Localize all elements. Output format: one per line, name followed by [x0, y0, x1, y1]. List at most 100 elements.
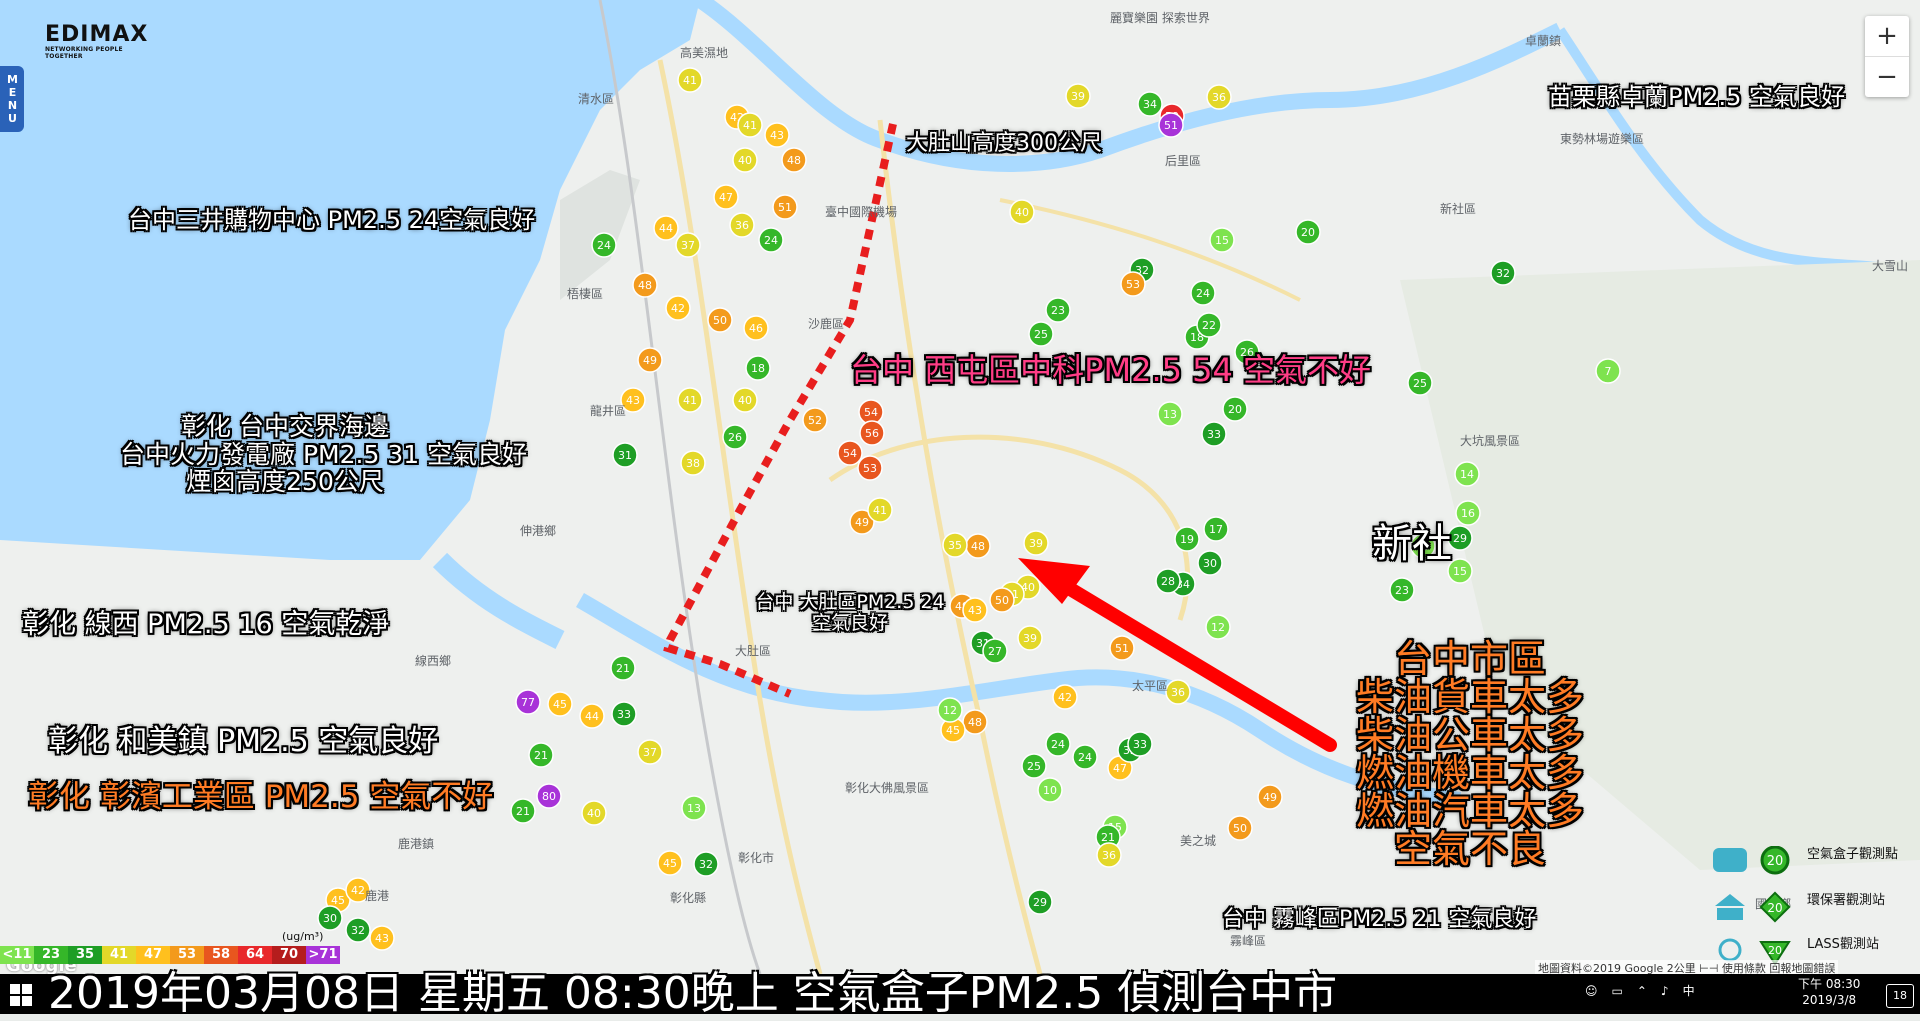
sensor-value: 24	[764, 234, 778, 247]
sensor-value: 20	[1228, 403, 1242, 416]
scale-swatch: <11	[0, 946, 34, 964]
legend-epa-value: 20	[1767, 901, 1782, 915]
volume-icon[interactable]: ♪	[1661, 984, 1669, 998]
ime-indicator[interactable]: 中	[1683, 982, 1695, 999]
network-icon[interactable]: ▭	[1612, 984, 1623, 998]
brand-tagline: NETWORKING PEOPLE TOGETHER	[45, 46, 123, 60]
lass-icon	[1718, 938, 1742, 962]
sensor-value: 10	[1043, 784, 1057, 797]
windows-start-icon[interactable]	[10, 984, 32, 1006]
sensor-value: 25	[1027, 760, 1041, 773]
system-tray: ☺ ▭ ⌃ ♪ 中	[1585, 982, 1695, 999]
sensor-value: 41	[743, 119, 757, 132]
annotation-dadu: 台中 大肚區PM2.5 24 空氣良好	[730, 592, 970, 634]
map-place-label: 鹿港鎮	[398, 836, 434, 851]
annotation-city-line1: 台中市區	[1393, 637, 1546, 681]
sensor-value: 54	[843, 447, 857, 460]
map-place-label: 伸港鄉	[520, 524, 556, 538]
zoom-in-button[interactable]: +	[1865, 16, 1909, 57]
sensor-value: 80	[542, 790, 556, 803]
legend-airbox-value: 20	[1767, 854, 1784, 869]
map-place-label: 梧棲區	[567, 286, 603, 301]
map-place-label: 美之城	[1180, 834, 1216, 848]
sensor-value: 12	[1211, 621, 1225, 634]
map-place-label: 鹿港	[365, 888, 389, 903]
river-wu	[432, 552, 565, 649]
sensor-value: 52	[808, 414, 822, 427]
clock-date: 2019/3/8	[1802, 993, 1857, 1007]
sensor-value: 21	[1101, 831, 1115, 844]
airbox-icon	[1713, 848, 1747, 872]
sensor-value: 14	[1460, 468, 1474, 481]
sensor-value: 40	[738, 154, 752, 167]
sensor-value: 46	[749, 322, 763, 335]
map-place-label: 大雪山	[1872, 259, 1908, 273]
legend-lass-value: 20	[1768, 944, 1782, 957]
side-menu-button[interactable]: MENU	[0, 66, 24, 132]
sensor-value: 48	[787, 154, 801, 167]
sensor-value: 21	[516, 805, 530, 818]
sensor-value: 32	[351, 924, 365, 937]
sensor-value: 23	[1395, 584, 1409, 597]
sensor-value: 35	[948, 539, 962, 552]
sensor-value: 12	[943, 704, 957, 717]
sensor-value: 77	[521, 696, 535, 709]
taskbar-clock[interactable]: 下午 08:30 2019/3/8	[1798, 976, 1860, 1008]
map-place-label: 臺中國際機場	[825, 204, 897, 219]
river-upstream	[1555, 27, 1911, 275]
sensor-value: 43	[770, 129, 784, 142]
sensor-value: 33	[1133, 738, 1147, 751]
sensor-value: 48	[971, 540, 985, 553]
sensor-value: 13	[1163, 408, 1177, 421]
highway-east	[999, 198, 1301, 302]
map-place-label: 太平區	[1132, 678, 1168, 693]
sensor-value: 24	[1078, 751, 1092, 764]
sensor-value: 40	[587, 807, 601, 820]
annotation-xianxi: 彰化 線西 PM2.5 16 空氣乾淨	[22, 609, 390, 640]
epa-icon	[1715, 894, 1745, 920]
annotation-city-line2: 柴油貨車太多	[1355, 675, 1584, 719]
sensor-value: 40	[738, 394, 752, 407]
sensor-value: 43	[968, 604, 982, 617]
map-place-label: 大坑風景區	[1460, 433, 1520, 448]
sensor-value: 39	[1071, 90, 1085, 103]
annotation-power-line2: 台中火力發電廠 PM2.5 31 空氣良好	[120, 439, 528, 469]
annotation-mitsui: 台中三井購物中心 PM2.5 24空氣良好	[128, 206, 536, 234]
sensor-value: 54	[864, 406, 878, 419]
legend-lass-label: LASS觀測站	[1807, 936, 1879, 952]
sensor-value: 42	[1058, 691, 1072, 704]
map-place-label: 新社區	[1440, 201, 1476, 216]
sensor-value: 47	[1113, 762, 1127, 775]
sensor-value: 36	[1102, 849, 1116, 862]
sensor-value: 50	[1233, 822, 1247, 835]
annotation-dadu-height: 大肚山高度300公尺	[906, 131, 1102, 156]
map-place-label: 后里區	[1165, 154, 1201, 168]
annotation-xinshe: 新社	[1372, 521, 1452, 567]
sensor-value: 7	[1605, 365, 1612, 378]
zoom-out-button[interactable]: −	[1865, 57, 1909, 97]
sensor-value: 45	[331, 894, 345, 907]
notification-center-icon[interactable]: 18	[1886, 984, 1914, 1008]
annotation-city-line4: 燃油機車太多	[1355, 751, 1584, 795]
map-canvas[interactable]: 41 42 40 41 43 48 47 51 36 24 44 37 24 48 42 50 46 49 43 41…	[0, 0, 1920, 974]
annotation-hemei: 彰化 和美鎮 PM2.5 空氣良好	[48, 724, 439, 759]
annotation-power-line3: 煙囪高度250公尺	[186, 467, 384, 496]
sensor-value: 15	[1215, 234, 1229, 247]
sensor-value: 29	[1033, 896, 1047, 909]
sensor-value: 36	[1171, 686, 1185, 699]
sensor-value: 48	[638, 279, 652, 292]
sensor-value: 49	[643, 354, 657, 367]
sensor-value: 43	[626, 394, 640, 407]
people-icon[interactable]: ☺	[1585, 984, 1598, 998]
sensor-value: 28	[1161, 575, 1175, 588]
map-place-label: 麗寶樂園 探索世界	[1110, 10, 1210, 25]
sensor-value: 15	[1453, 565, 1467, 578]
sensor-value: 42	[351, 884, 365, 897]
map-attribution[interactable]: 地圖資料©2019 Google 2公里 ⊢⊣ 使用條款 回報地圖錯誤	[1535, 960, 1839, 974]
chevron-up-icon[interactable]: ⌃	[1637, 984, 1647, 998]
sensor-value: 13	[687, 802, 701, 815]
annotation-city: 台中市區 柴油貨車太多 柴油公車太多 燃油機車太多 燃油汽車太多 空氣不良	[1320, 640, 1620, 868]
map-place-label: 霧峰區	[1230, 934, 1266, 948]
sensor-value: 38	[686, 457, 700, 470]
sensor-value: 32	[699, 858, 713, 871]
